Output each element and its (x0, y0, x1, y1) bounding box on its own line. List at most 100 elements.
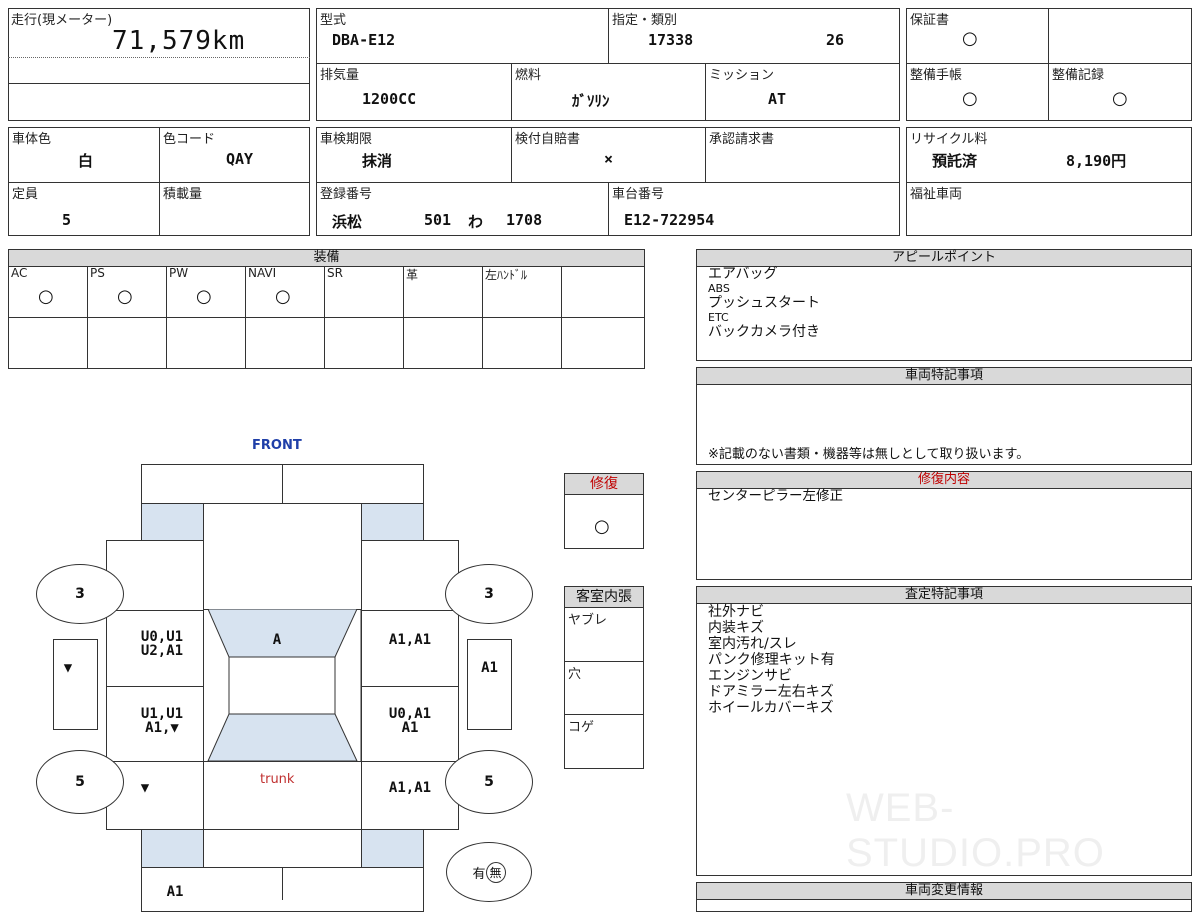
equipment-label-0: AC (11, 266, 28, 280)
rear-right-light (361, 829, 424, 868)
equipment-label-2: PW (169, 266, 189, 280)
color-code-label: 色コード (163, 132, 216, 147)
load-label: 積載量 (163, 187, 203, 202)
special-notes-title: 車両特記事項 (697, 368, 1191, 385)
appeal-title: アピールポイント (697, 250, 1191, 267)
equipment-label-6: 左ﾊﾝﾄﾞﾙ (485, 268, 528, 282)
equipment-label-3: NAVI (248, 266, 277, 280)
repair-label: 修復 (565, 474, 643, 495)
equipment-label-1: PS (90, 266, 105, 280)
chassis-label: 車台番号 (612, 187, 665, 202)
interior-row-tear: ヤブレ (568, 613, 608, 628)
designation-value-1: 17338 (648, 31, 694, 49)
spare-label: 有 (472, 866, 486, 882)
designation-value-2: 26 (826, 31, 845, 49)
right-front-door-text: A1,A1 (388, 632, 432, 648)
tire-rear-left: 5 (36, 750, 124, 814)
equipment-value-3: ○ (275, 286, 291, 307)
odometer-value: 71,579km (112, 26, 246, 56)
rear-center (203, 829, 362, 868)
front-label: FRONT (252, 438, 302, 453)
rear-left-light (141, 829, 204, 868)
displacement-value: 1200CC (362, 90, 417, 108)
appeal-lines: エアバッグ ABS プッシュスタート ETC バックカメラ付き (708, 266, 820, 340)
tire-rear-right: 5 (445, 750, 533, 814)
registration-area: 浜松 (332, 213, 363, 231)
odometer-label: 走行(現メーター) (11, 13, 113, 28)
warranty-label: 保証書 (910, 13, 950, 28)
fuel-label: 燃料 (515, 68, 542, 83)
repair-detail-text: センターピラー左修正 (708, 488, 843, 504)
assessment-line-4: エンジンサビ (708, 668, 792, 684)
inspection-value: 抹消 (362, 152, 393, 170)
appeal-line-1: ABS (708, 282, 730, 295)
displacement-label: 排気量 (320, 68, 360, 83)
change-info-title: 車両変更情報 (697, 883, 1191, 900)
special-notes-note: ※記載のない書類・機器等は無しとして取り扱います。 (708, 447, 1030, 462)
welfare-label: 福祉車両 (910, 187, 963, 202)
left-mirror-text: ▼ (63, 660, 73, 676)
equipment-label-5: 革 (406, 268, 419, 282)
right-rear-door-text: U0,A1 A1 (388, 706, 432, 736)
designation-label: 指定・類別 (612, 13, 678, 28)
assessment-line-2: 室内汚れ/スレ (708, 636, 797, 652)
equipment-title: 装備 (9, 250, 644, 267)
maintenance-book-value: ○ (962, 88, 978, 109)
recycle-amount: 8,190円 (1066, 152, 1127, 170)
assessment-title: 査定特記事項 (697, 587, 1191, 604)
maintenance-book-label: 整備手帳 (910, 68, 963, 83)
model-value: DBA-E12 (332, 31, 396, 49)
recycle-status: 預託済 (932, 152, 978, 170)
spare-none-label: 無 (485, 861, 506, 883)
interior-label: 客室内張 (565, 587, 643, 608)
fuel-value: ｶﾞｿﾘﾝ (572, 92, 610, 110)
appeal-line-0: エアバッグ (708, 266, 778, 282)
warranty-value: ○ (962, 28, 978, 49)
assessment-line-0: 社外ナビ (708, 604, 764, 620)
assessment-line-5: ドアミラー左右キズ (708, 684, 834, 700)
capacity-value: 5 (62, 211, 72, 229)
chassis-value: E12-722954 (624, 211, 715, 229)
assessment-line-1: 内装キズ (708, 620, 764, 636)
hood (203, 503, 362, 610)
assessment-lines: 社外ナビ 内装キズ 室内汚れ/スレ パンク修理キット有 エンジンサビ ドアミラー左右キズホ… (708, 604, 835, 716)
capacity-label: 定員 (12, 187, 39, 202)
watermark: WEB-STUDIO.PRO (846, 786, 1105, 875)
equipment-value-1: ○ (117, 286, 133, 307)
registration-kana: わ (468, 213, 484, 231)
approval-label: 承認請求書 (709, 132, 775, 147)
left-quarter-text: ▼ (140, 780, 150, 796)
left-front-door-text: U0,U1 U2,A1 (140, 629, 184, 659)
left-rear-door-text: U1,U1 A1,▼ (140, 706, 184, 736)
appeal-line-2: プッシュスタート (708, 295, 820, 311)
maintenance-record-value: ○ (1112, 88, 1128, 109)
equipment-label-4: SR (327, 266, 343, 280)
roof-text: A (272, 632, 282, 648)
trunk-label: trunk (260, 772, 295, 787)
interior-row-burn: コゲ (568, 720, 595, 735)
registration-label: 登録番号 (320, 187, 373, 202)
transmission-label: ミッション (709, 68, 775, 83)
maintenance-record-label: 整備記録 (1052, 68, 1105, 83)
front-left-light (141, 503, 204, 541)
right-mirror (467, 639, 512, 730)
left-mirror (53, 639, 98, 730)
right-mirror-text: A1 (481, 660, 498, 676)
equipment-value-0: ○ (38, 286, 54, 307)
front-right-light (361, 503, 424, 541)
assessment-line-6: ホイールカバーキズ (708, 700, 834, 716)
appeal-line-4: バックカメラ付き (708, 324, 820, 340)
repair-detail-title: 修復内容 (697, 472, 1191, 489)
transmission-value: AT (768, 90, 787, 108)
appeal-line-3: ETC (708, 311, 729, 324)
body-right-front (361, 540, 459, 611)
inspection-label: 車検期限 (320, 132, 373, 147)
repair-value: ○ (594, 516, 610, 537)
insurance-value: × (604, 150, 614, 168)
recycle-label: リサイクル料 (910, 132, 988, 147)
body-color-value: 白 (78, 152, 94, 170)
color-code-value: QAY (226, 150, 254, 168)
registration-number: 1708 (506, 211, 543, 229)
body-color-label: 車体色 (12, 132, 52, 147)
equipment-value-2: ○ (196, 286, 212, 307)
